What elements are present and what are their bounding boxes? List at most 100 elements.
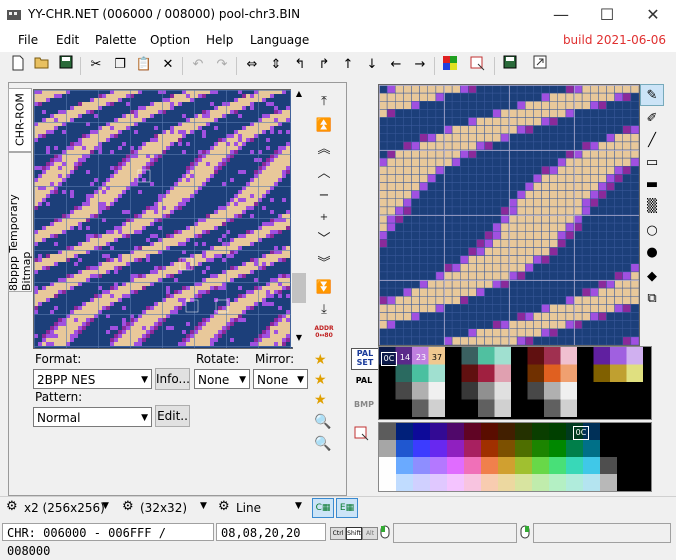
mouse-left-icon xyxy=(380,525,390,542)
open-icon[interactable] xyxy=(32,55,52,75)
bmp-button[interactable]: BMP xyxy=(351,400,377,409)
mouse-right-icon xyxy=(520,525,530,542)
info-button[interactable]: Info... xyxy=(155,368,190,390)
pattern-label: Pattern: xyxy=(35,390,83,404)
nav-up-fast-icon[interactable]: ︽ xyxy=(312,140,336,160)
chr-grid-toggle[interactable]: C▦ xyxy=(312,498,334,518)
tab-chr-rom[interactable]: CHR-ROM xyxy=(8,88,32,152)
rotate-right-icon[interactable]: ↱ xyxy=(314,55,334,75)
rotate-label: Rotate: xyxy=(196,352,240,366)
addr-button[interactable]: ADDR 0↔80 xyxy=(312,325,336,339)
palette-edit-icon[interactable] xyxy=(354,425,370,444)
nav-up-icon[interactable]: ︿ xyxy=(312,164,336,184)
zoom-in-icon[interactable]: 🔍 xyxy=(314,414,331,430)
rotate-left-icon[interactable]: ↰ xyxy=(290,55,310,75)
grid-select[interactable]: (32x32) xyxy=(140,501,187,515)
tab-bitmap[interactable]: 8bppp Temporary Bitmap xyxy=(7,152,33,292)
mirror-value: None xyxy=(257,373,289,387)
shift-left-icon[interactable]: ← xyxy=(386,55,406,75)
mirror-select[interactable]: None ▼ xyxy=(253,369,308,389)
cut-icon[interactable]: ✂ xyxy=(86,55,106,75)
brush-icon[interactable]: ✐ xyxy=(640,108,664,130)
palette-index-1: 14 xyxy=(399,353,411,362)
toolbar-separator xyxy=(434,57,435,75)
clear-icon[interactable]: ✕ xyxy=(158,55,178,75)
edit-grid-toggle[interactable]: E▦ xyxy=(336,498,358,518)
shift-up-icon[interactable]: ↑ xyxy=(338,55,358,75)
circle-fill-icon[interactable]: ● xyxy=(640,242,664,264)
menu-file[interactable]: File xyxy=(18,33,38,47)
chevron-down-icon[interactable]: ▼ xyxy=(200,501,207,511)
dither-icon[interactable]: ▒ xyxy=(640,196,664,218)
scroll-up-arrow[interactable]: ▲ xyxy=(291,89,307,103)
zoom-select[interactable]: x2 (256x256) xyxy=(24,501,105,515)
flip-v-icon[interactable]: ⇕ xyxy=(266,55,286,75)
palette-icon[interactable] xyxy=(440,55,460,75)
copy-icon[interactable]: ❐ xyxy=(110,55,130,75)
gear-icon: ⚙ xyxy=(6,499,18,514)
bookmark-add-icon[interactable]: ★ xyxy=(314,372,327,388)
undo-icon[interactable]: ↶ xyxy=(188,55,208,75)
save-icon[interactable] xyxy=(56,55,76,75)
palette-index-3: 37 xyxy=(431,353,443,362)
select-icon[interactable]: ⧉ xyxy=(640,288,664,310)
fill-bucket-icon[interactable]: ◆ xyxy=(640,266,664,288)
nav-down-icon[interactable]: ﹀ xyxy=(312,230,336,250)
toolbar-separator xyxy=(494,57,495,75)
shift-down-icon[interactable]: ↓ xyxy=(362,55,382,75)
pattern-select[interactable]: Normal ▼ xyxy=(33,407,152,427)
menu-language[interactable]: Language xyxy=(250,33,309,47)
edit-pattern-button[interactable]: Edit.. xyxy=(155,405,190,427)
menu-bar: File Edit Palette Option Help Language b… xyxy=(0,30,676,52)
nav-minus-icon[interactable]: − xyxy=(312,186,336,206)
chevron-down-icon[interactable]: ▼ xyxy=(102,501,109,511)
bookmark-next-icon[interactable]: ★ xyxy=(314,392,327,408)
pencil-icon[interactable]: ✎ xyxy=(640,84,664,106)
scroll-thumb[interactable] xyxy=(292,273,306,303)
menu-option[interactable]: Option xyxy=(150,33,190,47)
alt-key: Alt xyxy=(362,527,378,540)
jump-icon[interactable] xyxy=(530,55,550,75)
new-icon[interactable] xyxy=(8,55,28,75)
tile-editor[interactable] xyxy=(378,84,640,346)
nav-page-up-icon[interactable]: ⏫ xyxy=(312,116,336,136)
mode-select[interactable]: Line xyxy=(236,501,261,515)
rect-fill-icon[interactable]: ▬ xyxy=(640,174,664,196)
nav-down-fast-icon[interactable]: ︾ xyxy=(312,254,336,274)
menu-help[interactable]: Help xyxy=(206,33,233,47)
bookmark-star-icon[interactable]: ★ xyxy=(314,352,327,368)
close-button[interactable]: ✕ xyxy=(630,0,676,30)
nav-bottom-icon[interactable]: ⤓ xyxy=(312,300,336,320)
shift-right-icon[interactable]: → xyxy=(410,55,430,75)
menu-palette[interactable]: Palette xyxy=(95,33,137,47)
save-palette-icon[interactable] xyxy=(500,55,520,75)
format-select[interactable]: 2BPP NES ▼ xyxy=(33,369,152,389)
nav-top-icon[interactable]: ⤒ xyxy=(312,92,336,112)
status-bar: ⚙ x2 (256x256) ▼ ⚙ (32x32) ▼ ⚙ Line ▼ C▦… xyxy=(0,496,676,558)
rotate-select[interactable]: None ▼ xyxy=(194,369,250,389)
master-palette-grid[interactable]: 0C xyxy=(378,422,652,492)
scroll-down-arrow[interactable]: ▼ xyxy=(291,333,307,347)
minimize-button[interactable]: — xyxy=(538,0,584,30)
paste-icon[interactable]: 📋 xyxy=(134,55,154,75)
redo-icon[interactable]: ↷ xyxy=(212,55,232,75)
chr-scrollbar[interactable]: ▲ ▼ xyxy=(291,89,307,347)
rect-icon[interactable]: ▭ xyxy=(640,152,664,174)
line-icon[interactable]: ╱ xyxy=(640,130,664,152)
flip-h-icon[interactable]: ⇔ xyxy=(242,55,262,75)
circle-icon[interactable]: ○ xyxy=(640,220,664,242)
toolbar: ✂ ❐ 📋 ✕ ↶ ↷ ⇔ ⇕ ↰ ↱ ↑ ↓ ← → xyxy=(0,52,676,80)
pattern-value: Normal xyxy=(37,411,81,425)
zoom-out-icon[interactable]: 🔍 xyxy=(314,436,331,452)
maximize-button[interactable]: ☐ xyxy=(584,0,630,30)
palset-button[interactable]: PAL SET xyxy=(351,348,379,370)
pal-button[interactable]: PAL xyxy=(351,376,377,385)
edit-icon[interactable] xyxy=(468,55,488,75)
chr-tile-view[interactable] xyxy=(33,89,293,349)
palette-set-grid[interactable]: 0C 14 23 37 xyxy=(378,346,652,420)
chevron-down-icon[interactable]: ▼ xyxy=(295,501,302,511)
nav-plus-icon[interactable]: + xyxy=(312,208,336,228)
menu-edit[interactable]: Edit xyxy=(56,33,79,47)
chr-range-field: CHR: 006000 - 006FFF / 008000 xyxy=(2,523,214,558)
nav-page-down-icon[interactable]: ⏬ xyxy=(312,278,336,298)
